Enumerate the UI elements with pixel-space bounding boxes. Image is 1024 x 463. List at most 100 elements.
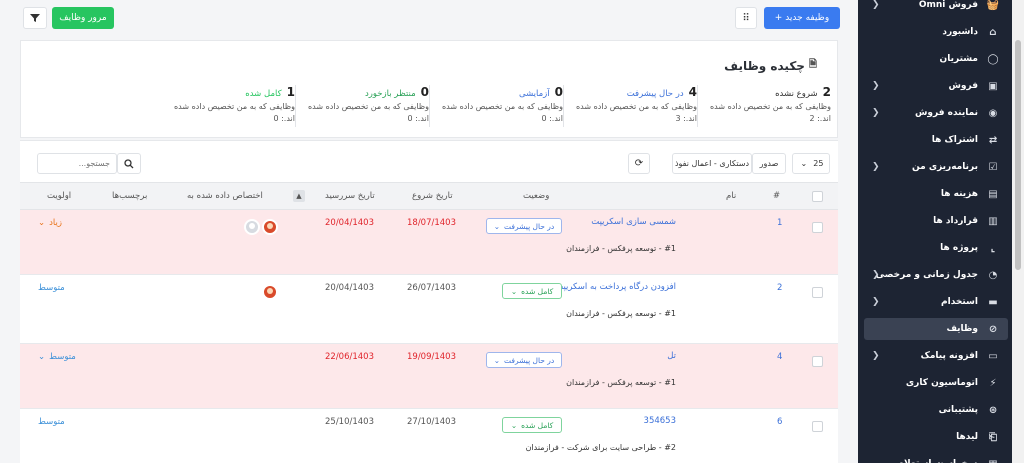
search-icon: [124, 158, 134, 168]
status-dropdown[interactable]: کامل شده ⌄: [502, 417, 562, 433]
kanban-toggle-button[interactable]: ⠿: [735, 7, 757, 29]
chevron-left-icon: ❮: [872, 0, 880, 10]
task-overview-button[interactable]: مرور وظایف: [52, 7, 114, 29]
column-start-date[interactable]: تاریخ شروع: [412, 191, 453, 201]
table-row[interactable]: 1 شمسی سازی اسکریپت #1 - توسعه پرفکس - فرا…: [20, 210, 838, 275]
bulk-action-label: دستکاری - اعمال نفوذ: [674, 159, 749, 168]
refresh-icon: ⟳: [634, 158, 644, 169]
bulk-action-button[interactable]: دستکاری - اعمال نفوذ: [672, 153, 752, 174]
chevron-left-icon: ❮: [872, 108, 880, 118]
stat-divider: [295, 85, 296, 127]
start-date: 18/07/1403: [407, 218, 456, 228]
sidebar-item[interactable]: ◔ جدول زمانی و مرخصی ❮: [864, 264, 1008, 286]
sidebar-item[interactable]: ▣ فروش ❮: [864, 75, 1008, 97]
column-priority[interactable]: اولویت: [47, 191, 71, 201]
new-task-button[interactable]: + وظیفه جدید: [764, 7, 840, 29]
scrollbar[interactable]: [1012, 0, 1024, 463]
default-avatar[interactable]: [244, 219, 260, 235]
sidebar-item-label: داشبورد: [942, 27, 978, 37]
column-name[interactable]: نام: [726, 191, 736, 201]
row-checkbox[interactable]: [812, 356, 823, 367]
sidebar-item[interactable]: ⎗ لیدها: [864, 426, 1008, 448]
contract-icon: ▥: [988, 215, 998, 227]
priority-dropdown[interactable]: متوسط: [38, 417, 65, 427]
row-checkbox[interactable]: [812, 287, 823, 298]
search-button[interactable]: [117, 153, 141, 174]
priority-dropdown[interactable]: متوسط ⌄: [38, 352, 76, 362]
sidebar-item[interactable]: ▤ هزینه ها: [864, 183, 1008, 205]
sort-up-icon[interactable]: ▲: [293, 190, 305, 202]
table-row[interactable]: 6 354653 #2 - طراحی سایت برای شرکت - فرازم…: [20, 409, 838, 463]
sidebar-item[interactable]: ▭ افزونه پیامک ❮: [864, 345, 1008, 367]
message-icon: ▭: [988, 350, 998, 362]
sidebar-item[interactable]: 🧺 فروش Omni ❮: [864, 0, 1008, 16]
due-date: 22/06/1403: [325, 352, 374, 362]
row-checkbox[interactable]: [812, 222, 823, 233]
table-row[interactable]: 2 افزودن درگاه پرداخت به اسکریپت #1 - توسع…: [20, 275, 838, 344]
sidebar-item[interactable]: ⊛ پشتیبانی: [864, 399, 1008, 421]
stat-description: وظایفی که به من تخصیص داده شده اند.: 0: [173, 102, 295, 123]
summary-stat: 2 شروع نشده وظایفی که به من تخصیص داده شده…: [701, 85, 831, 125]
magic-wand-icon: ⚡: [989, 377, 997, 389]
stat-count: 0: [554, 85, 563, 99]
task-number[interactable]: 2: [777, 283, 782, 293]
sidebar-item[interactable]: ◉ نماینده فروش ❮: [864, 102, 1008, 124]
table-header: # نام وضعیت تاریخ شروع تاریخ سررسید ▲ اخ…: [20, 182, 838, 210]
column-number[interactable]: #: [773, 191, 780, 201]
user-avatar[interactable]: [262, 284, 278, 300]
priority-label: متوسط: [38, 417, 65, 427]
scrollbar-thumb[interactable]: [1015, 40, 1021, 270]
reload-button[interactable]: ⟳: [628, 153, 650, 174]
sidebar-item[interactable]: ▥ قرارداد ها: [864, 210, 1008, 232]
stat-count: 0: [420, 85, 429, 99]
new-task-label: + وظیفه جدید: [774, 13, 830, 23]
agent-icon: ◉: [988, 107, 998, 119]
status-dropdown[interactable]: کامل شده ⌄: [502, 283, 562, 299]
filter-icon: [30, 14, 40, 22]
check-circle-icon: ⊘: [988, 323, 998, 335]
user-avatar[interactable]: [262, 219, 278, 235]
sidebar-item[interactable]: ⌂ داشبورد: [864, 21, 1008, 43]
page-size-value: 25: [813, 159, 824, 168]
column-tags[interactable]: برچسب‌ها: [112, 191, 147, 201]
stat-divider: [697, 85, 698, 127]
stat-label: آزمایشی: [518, 89, 550, 99]
sidebar-item[interactable]: ⊘ وظایف: [864, 318, 1008, 340]
chevron-left-icon: ❮: [872, 297, 880, 307]
column-assigned[interactable]: اختصاص داده شده به: [187, 191, 263, 201]
priority-dropdown[interactable]: متوسط: [38, 283, 65, 293]
column-status[interactable]: وضعیت: [523, 191, 549, 201]
stat-count: 1: [286, 85, 295, 99]
filter-button[interactable]: [23, 7, 47, 29]
task-number[interactable]: 6: [777, 417, 782, 427]
sidebar-item[interactable]: ⌞ پروژه ها: [864, 237, 1008, 259]
task-name-link[interactable]: تل: [667, 351, 676, 361]
priority-dropdown[interactable]: زیاد ⌄: [38, 218, 62, 228]
search-input[interactable]: [37, 153, 117, 174]
task-name-link[interactable]: افزودن درگاه پرداخت به اسکریپت: [555, 282, 676, 292]
status-dropdown[interactable]: در حال پیشرفت ⌄: [486, 352, 562, 368]
status-dropdown[interactable]: در حال پیشرفت ⌄: [486, 218, 562, 234]
column-due-date[interactable]: تاریخ سررسید: [325, 191, 375, 201]
table-row[interactable]: 4 تل #1 - توسعه پرفکس - فرازمندان در حال پی…: [20, 344, 838, 409]
calendar-check-icon: ☑: [988, 161, 998, 173]
task-name-link[interactable]: 354653: [644, 416, 676, 426]
sidebar-item[interactable]: ☑ برنامه‌ریزی من ❮: [864, 156, 1008, 178]
stat-label: منتظر بازخورد: [364, 89, 416, 99]
task-number[interactable]: 1: [777, 218, 782, 228]
sidebar-item[interactable]: ⚡ اتوماسیون کاری: [864, 372, 1008, 394]
status-label: کامل شده: [521, 420, 554, 430]
stat-label: شروع نشده: [775, 89, 818, 99]
page-size-select[interactable]: ⌄ 25: [792, 153, 830, 174]
sidebar-item-label: برنامه‌ریزی من: [912, 162, 978, 172]
sidebar-item[interactable]: ◯ مشتریان: [864, 48, 1008, 70]
sidebar-item[interactable]: ⇄ اشتراک ها: [864, 129, 1008, 151]
sidebar-item[interactable]: ▦ درخواست استعلام: [864, 453, 1008, 463]
select-all-checkbox[interactable]: [812, 191, 823, 202]
sidebar-item[interactable]: ▬ استخدام ❮: [864, 291, 1008, 313]
row-checkbox[interactable]: [812, 421, 823, 432]
task-number[interactable]: 4: [777, 352, 782, 362]
task-name-link[interactable]: شمسی سازی اسکریپت: [591, 217, 676, 227]
stat-count: 4: [688, 85, 697, 99]
export-button[interactable]: صدور: [752, 153, 786, 174]
